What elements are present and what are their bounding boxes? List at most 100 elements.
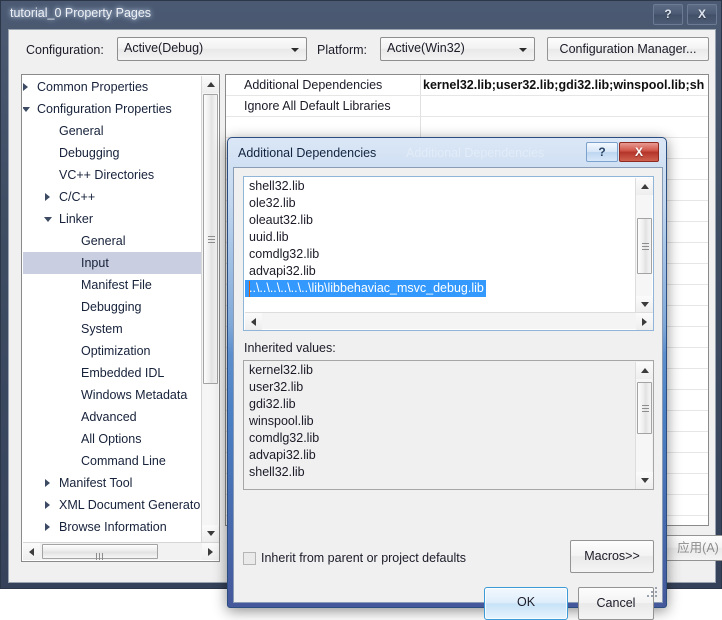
tree-vertical-scrollbar[interactable] bbox=[201, 76, 219, 542]
dependencies-list[interactable]: shell32.lib ole32.lib oleaut32.lib uuid.lib… bbox=[245, 178, 636, 313]
tree-item-system[interactable]: System bbox=[23, 318, 202, 340]
inherit-checkbox[interactable] bbox=[243, 552, 256, 565]
chevron-down-icon[interactable] bbox=[287, 40, 304, 58]
tree-item-common-properties[interactable]: Common Properties bbox=[23, 76, 202, 98]
dependency-line-text[interactable]: comdlg32.lib bbox=[245, 247, 319, 261]
tree-item-optimization[interactable]: Optimization bbox=[23, 340, 202, 362]
dependencies-vertical-scrollbar[interactable] bbox=[635, 178, 653, 313]
chevron-right-icon[interactable] bbox=[45, 193, 50, 201]
tree-item-c-c[interactable]: C/C++ bbox=[23, 186, 202, 208]
scroll-left-arrow-icon[interactable] bbox=[23, 543, 40, 560]
tree-item-browse-information[interactable]: Browse Information bbox=[23, 516, 202, 538]
tree-hscrollbar-thumb[interactable] bbox=[42, 544, 158, 560]
dependencies-scrollbar-thumb[interactable] bbox=[637, 218, 652, 274]
tree-item-all-options[interactable]: All Options bbox=[23, 428, 202, 450]
tree-scrollbar-thumb[interactable] bbox=[203, 94, 218, 384]
chevron-right-icon[interactable] bbox=[45, 523, 50, 531]
window-help-button[interactable]: ? bbox=[653, 4, 683, 25]
dialog-body: shell32.lib ole32.lib oleaut32.lib uuid.lib… bbox=[233, 167, 663, 620]
dependency-line[interactable]: advapi32.lib bbox=[245, 263, 636, 280]
scroll-down-arrow-icon[interactable] bbox=[636, 472, 653, 489]
properties-tree[interactable]: Common Properties Configuration Propertie… bbox=[23, 76, 202, 542]
scroll-down-arrow-icon[interactable] bbox=[636, 296, 653, 313]
chevron-down-icon[interactable] bbox=[44, 217, 52, 222]
tree-item-advanced[interactable]: Advanced bbox=[23, 406, 202, 428]
tree-item-label: System bbox=[81, 322, 123, 336]
dependencies-editor[interactable]: shell32.lib ole32.lib oleaut32.lib uuid.lib… bbox=[243, 176, 654, 331]
window-title: tutorial_0 Property Pages bbox=[10, 6, 152, 20]
tree-item-input[interactable]: Input bbox=[23, 252, 202, 274]
scroll-right-arrow-icon[interactable] bbox=[636, 313, 653, 330]
dialog-title-ghost: Additional Dependencies bbox=[406, 146, 545, 160]
tree-item-manifest-tool[interactable]: Manifest Tool bbox=[23, 472, 202, 494]
tree-item-label: C/C++ bbox=[59, 190, 96, 204]
scroll-up-arrow-icon[interactable] bbox=[636, 362, 653, 379]
platform-dropdown[interactable]: Active(Win32) bbox=[380, 37, 535, 61]
inherited-values-box[interactable]: kernel32.lib user32.lib gdi32.lib winspool.… bbox=[243, 360, 654, 490]
tree-item-xml-document-generator[interactable]: XML Document Generator bbox=[23, 494, 202, 516]
cancel-button[interactable]: Cancel bbox=[578, 587, 654, 620]
window-titlebar[interactable]: tutorial_0 Property Pages ? X bbox=[1, 1, 722, 29]
tree-item-label: Manifest File bbox=[81, 278, 152, 292]
dependency-line[interactable]: shell32.lib bbox=[245, 178, 636, 195]
tree-item-general[interactable]: General bbox=[23, 230, 202, 252]
macros-button[interactable]: Macros>> bbox=[570, 540, 654, 573]
grip-icon bbox=[642, 405, 649, 412]
dependencies-horizontal-scrollbar[interactable] bbox=[245, 312, 653, 330]
scroll-down-arrow-icon[interactable] bbox=[202, 525, 219, 542]
scroll-right-arrow-icon[interactable] bbox=[202, 543, 219, 560]
dependency-line[interactable]: ole32.lib bbox=[245, 195, 636, 212]
inherited-value-item: gdi32.lib bbox=[249, 397, 296, 411]
configuration-manager-button[interactable]: Configuration Manager... bbox=[547, 37, 709, 61]
dependency-line-text[interactable]: oleaut32.lib bbox=[245, 213, 313, 227]
chevron-right-icon[interactable] bbox=[45, 501, 50, 509]
property-row-empty bbox=[226, 117, 708, 138]
dependency-line-text[interactable]: ole32.lib bbox=[245, 196, 296, 210]
tree-item-general[interactable]: General bbox=[23, 120, 202, 142]
dependency-line-text[interactable]: advapi32.lib bbox=[245, 264, 316, 278]
dependency-line[interactable]: comdlg32.lib bbox=[245, 246, 636, 263]
dependency-line[interactable]: uuid.lib bbox=[245, 229, 636, 246]
properties-tree-panel[interactable]: Common Properties Configuration Propertie… bbox=[21, 74, 220, 562]
chevron-right-icon[interactable] bbox=[23, 83, 28, 91]
dependency-line[interactable]: ..\..\..\..\..\..\lib\libbehaviac_msvc_d… bbox=[245, 280, 636, 297]
property-row[interactable]: Additional Dependencies kernel32.lib;user… bbox=[226, 75, 708, 96]
dependency-line-selected[interactable]: ..\..\..\..\..\..\lib\libbehaviac_msvc_d… bbox=[245, 280, 486, 297]
tree-item-label: XML Document Generator bbox=[59, 498, 202, 512]
inherited-vertical-scrollbar[interactable] bbox=[635, 362, 653, 489]
inherited-values-label: Inherited values: bbox=[244, 341, 336, 355]
tree-item-label: Debugging bbox=[81, 300, 142, 314]
scroll-left-arrow-icon[interactable] bbox=[245, 313, 262, 330]
tree-item-windows-metadata[interactable]: Windows Metadata bbox=[23, 384, 202, 406]
chevron-down-icon[interactable] bbox=[515, 40, 532, 58]
tree-horizontal-scrollbar[interactable] bbox=[23, 542, 219, 560]
tree-item-embedded-idl[interactable]: Embedded IDL bbox=[23, 362, 202, 384]
window-close-button[interactable]: X bbox=[687, 4, 717, 25]
tree-item-linker[interactable]: Linker bbox=[23, 208, 202, 230]
tree-item-debugging[interactable]: Debugging bbox=[23, 142, 202, 164]
property-row[interactable]: Ignore All Default Libraries bbox=[226, 96, 708, 117]
resize-grip-icon[interactable] bbox=[646, 586, 659, 599]
dependency-line[interactable]: oleaut32.lib bbox=[245, 212, 636, 229]
inherited-scrollbar-thumb[interactable] bbox=[637, 382, 652, 434]
tree-item-configuration-properties[interactable]: Configuration Properties bbox=[23, 98, 202, 120]
property-value[interactable]: kernel32.lib;user32.lib;gdi32.lib;winspo… bbox=[423, 78, 705, 92]
tree-item-command-line[interactable]: Command Line bbox=[23, 450, 202, 472]
grip-icon bbox=[208, 236, 215, 243]
configuration-value: Active(Debug) bbox=[124, 41, 204, 55]
ok-button[interactable]: OK bbox=[484, 587, 568, 620]
dependency-line-text[interactable]: shell32.lib bbox=[245, 179, 305, 193]
tree-item-debugging[interactable]: Debugging bbox=[23, 296, 202, 318]
configuration-dropdown[interactable]: Active(Debug) bbox=[117, 37, 307, 61]
property-name: Additional Dependencies bbox=[244, 78, 383, 92]
dependency-line-text[interactable]: uuid.lib bbox=[245, 230, 289, 244]
chevron-down-icon[interactable] bbox=[23, 107, 30, 112]
tree-item-vc-directories[interactable]: VC++ Directories bbox=[23, 164, 202, 186]
dialog-close-button[interactable]: X bbox=[619, 142, 659, 162]
dialog-help-button[interactable]: ? bbox=[586, 142, 618, 162]
scroll-up-arrow-icon[interactable] bbox=[636, 178, 653, 195]
dialog-frame: Additional Dependencies Additional Depen… bbox=[227, 137, 667, 620]
tree-item-manifest-file[interactable]: Manifest File bbox=[23, 274, 202, 296]
scroll-up-arrow-icon[interactable] bbox=[202, 76, 219, 93]
chevron-right-icon[interactable] bbox=[45, 479, 50, 487]
